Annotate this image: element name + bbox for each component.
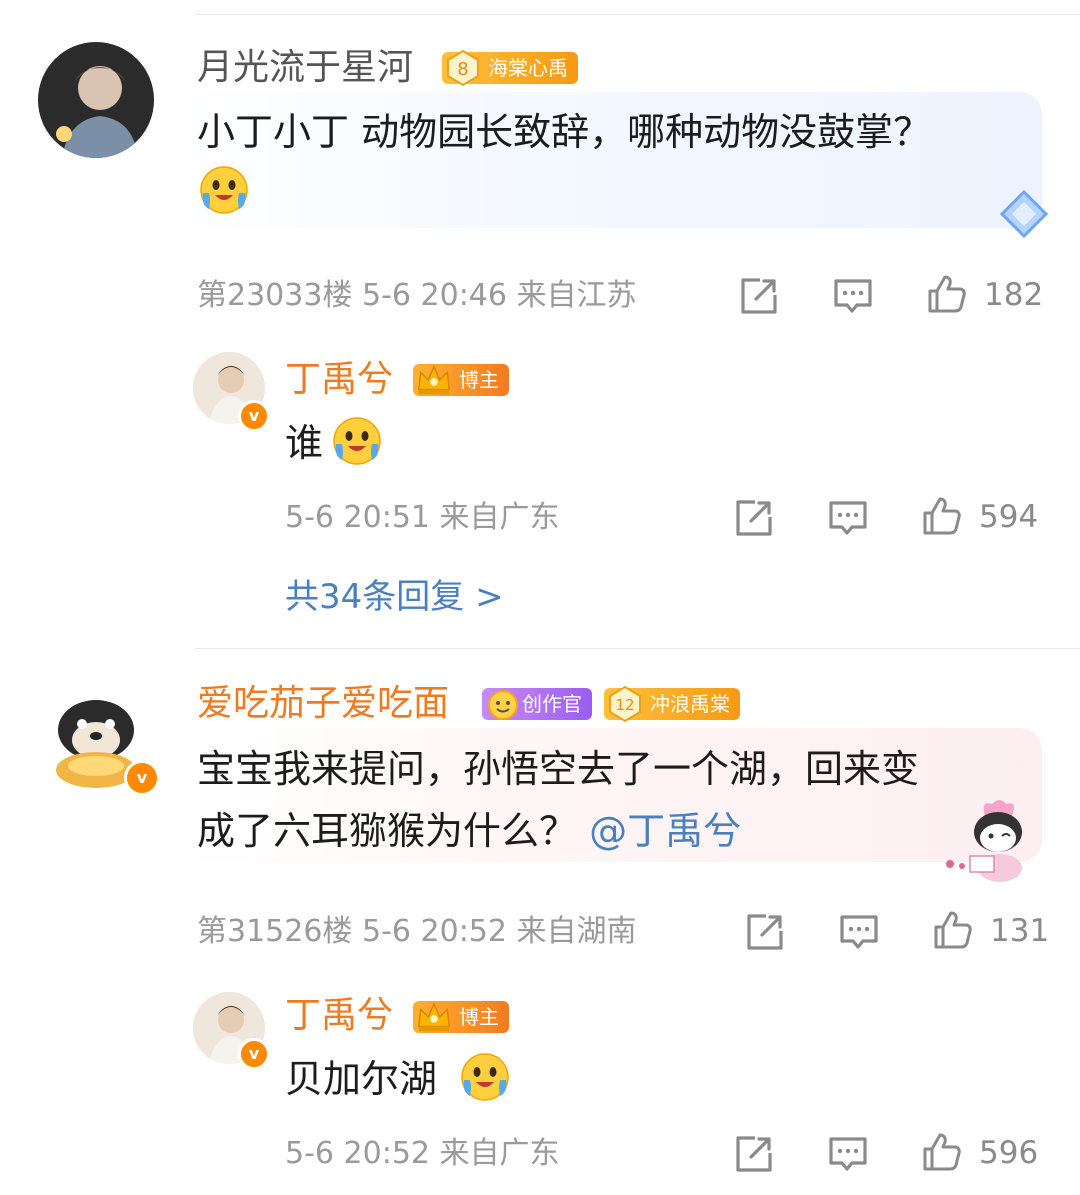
comment-text: 小丁小丁 动物园长致辞，哪种动物没鼓掌？ bbox=[197, 110, 932, 154]
share-icon[interactable] bbox=[733, 1133, 775, 1175]
verified-icon: v bbox=[124, 760, 160, 796]
crown-icon bbox=[415, 998, 453, 1036]
level-badge-icon: 8 bbox=[447, 49, 479, 87]
username[interactable]: 丁禹兮 bbox=[285, 358, 393, 402]
crying-laughing-emoji bbox=[197, 163, 251, 217]
badge-label: 创作官 bbox=[522, 692, 582, 716]
reply-meta: 5-6 20:52 来自广东 bbox=[285, 1134, 560, 1174]
badge-label: 博主 bbox=[459, 368, 499, 392]
level-badge-icon: 12 bbox=[609, 685, 641, 723]
top-divider bbox=[195, 14, 1080, 15]
svg-text:12: 12 bbox=[615, 696, 634, 714]
kuromi-sticker-icon bbox=[946, 800, 1022, 882]
comment-icon[interactable] bbox=[827, 1133, 869, 1175]
share-icon[interactable] bbox=[744, 911, 786, 953]
like-icon[interactable] bbox=[921, 495, 963, 537]
creator-badge[interactable]: 创作官 bbox=[482, 688, 592, 720]
floor-number: 第23033楼 bbox=[197, 278, 353, 313]
reply-text: 谁 bbox=[285, 421, 324, 465]
blogger-badge[interactable]: 博主 bbox=[413, 364, 509, 396]
comment-icon[interactable] bbox=[838, 911, 880, 953]
timestamp: 5-6 20:46 bbox=[361, 278, 507, 313]
like-count[interactable]: 131 bbox=[990, 911, 1049, 951]
location: 来自湖南 bbox=[516, 914, 637, 949]
comment-icon[interactable] bbox=[827, 497, 869, 539]
avatar[interactable] bbox=[38, 42, 154, 158]
like-icon[interactable] bbox=[926, 273, 968, 315]
comment-icon[interactable] bbox=[832, 275, 874, 317]
crying-laughing-emoji bbox=[458, 1050, 512, 1104]
comment-meta: 第23033楼 5-6 20:46 来自江苏 bbox=[197, 276, 637, 316]
fan-badge[interactable]: 8 海棠心禹 bbox=[442, 49, 578, 87]
badge-label: 博主 bbox=[459, 1005, 499, 1029]
crown-icon bbox=[415, 361, 453, 399]
comment-text-line-2: 成了六耳猕猴为什么？ @丁禹兮 bbox=[197, 800, 741, 862]
verified-icon: v bbox=[238, 1038, 270, 1070]
comment-text: 成了六耳猕猴为什么？ bbox=[197, 809, 578, 853]
like-icon[interactable] bbox=[932, 909, 974, 951]
timestamp: 5-6 20:51 bbox=[285, 500, 430, 535]
creator-icon bbox=[488, 690, 518, 720]
badge-label: 海棠心禹 bbox=[488, 56, 568, 80]
username[interactable]: 月光流于星河 bbox=[197, 46, 413, 90]
timestamp: 5-6 20:52 bbox=[361, 914, 507, 949]
reply-meta: 5-6 20:51 来自广东 bbox=[285, 498, 560, 538]
like-count[interactable]: 182 bbox=[984, 275, 1043, 315]
location: 来自广东 bbox=[439, 1136, 560, 1171]
badge-label: 冲浪禹棠 bbox=[650, 692, 730, 716]
reply-text: 贝加尔湖 bbox=[285, 1057, 438, 1101]
comment-text: 宝宝我来提问，孙悟空去了一个湖，回来变 bbox=[197, 747, 920, 791]
floor-number: 第31526楼 bbox=[197, 914, 353, 949]
username[interactable]: 爱吃茄子爱吃面 bbox=[197, 682, 449, 726]
comment-meta: 第31526楼 5-6 20:52 来自湖南 bbox=[197, 912, 637, 952]
location: 来自广东 bbox=[439, 500, 560, 535]
diamond-decoration-icon bbox=[992, 184, 1056, 244]
view-replies-link[interactable]: 共34条回复 > bbox=[285, 575, 504, 619]
like-icon[interactable] bbox=[921, 1131, 963, 1173]
blogger-badge[interactable]: 博主 bbox=[413, 1001, 509, 1033]
timestamp: 5-6 20:52 bbox=[285, 1136, 430, 1171]
location: 来自江苏 bbox=[516, 278, 637, 313]
comment-divider bbox=[195, 648, 1080, 649]
svg-text:8: 8 bbox=[457, 59, 468, 80]
crying-laughing-emoji bbox=[330, 414, 384, 468]
verified-icon: v bbox=[238, 400, 270, 432]
fan-badge[interactable]: 12 冲浪禹棠 bbox=[604, 685, 740, 723]
mention-link[interactable]: @丁禹兮 bbox=[589, 809, 741, 853]
share-icon[interactable] bbox=[733, 497, 775, 539]
like-count[interactable]: 596 bbox=[979, 1133, 1038, 1173]
share-icon[interactable] bbox=[738, 275, 780, 317]
like-count[interactable]: 594 bbox=[979, 497, 1038, 537]
username[interactable]: 丁禹兮 bbox=[285, 994, 393, 1038]
